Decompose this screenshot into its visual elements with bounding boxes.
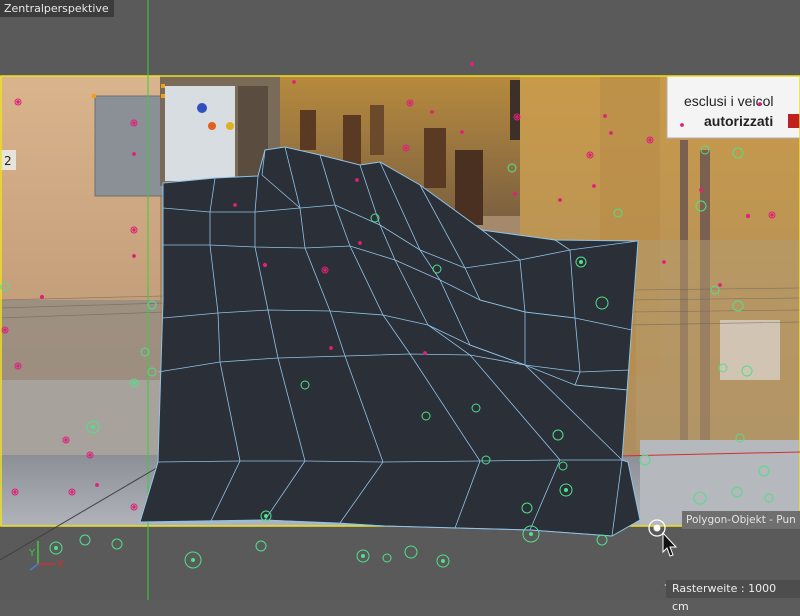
editor-viewport[interactable]: esclusi i veicol autorizzati 2 Y X Zentr… — [0, 0, 800, 613]
house-number-plate: 2 — [0, 150, 16, 170]
grid-spacing-label: Rasterweite : 1000 cm — [666, 580, 800, 613]
selection-info-label: Polygon-Objekt - Pun — [682, 511, 800, 529]
house-number: 2 — [4, 154, 12, 168]
sign-line-2: autorizzati — [704, 113, 773, 129]
axis-x-label: X — [57, 559, 64, 570]
archway-opening — [165, 86, 235, 181]
viewport-canvas[interactable]: esclusi i veicol autorizzati 2 Y X — [0, 0, 800, 600]
selected-wall-panel — [94, 95, 164, 197]
traffic-sign: esclusi i veicol autorizzati — [666, 75, 800, 139]
sign-line-1: esclusi i veicol — [684, 93, 773, 109]
axis-gizmo-icon: Y X — [28, 541, 64, 571]
viewport-title[interactable]: Zentralperspektive — [0, 0, 114, 17]
axis-y-label: Y — [28, 548, 36, 559]
